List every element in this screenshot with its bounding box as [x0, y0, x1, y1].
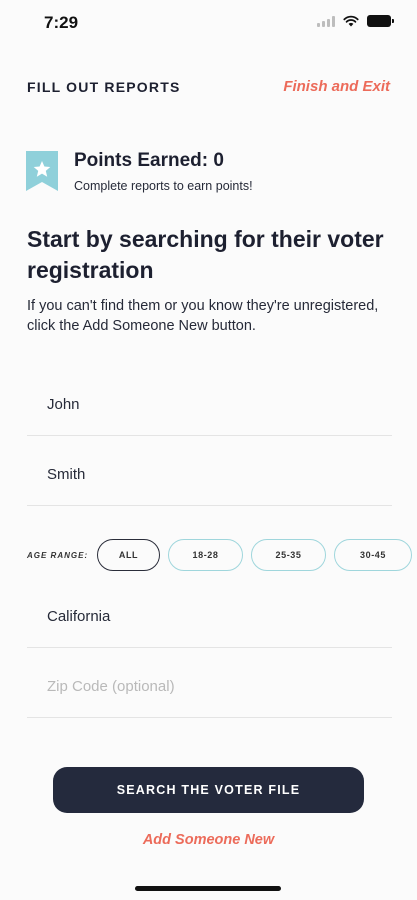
status-time: 7:29 [44, 13, 79, 32]
last-name-field-row [27, 450, 392, 506]
search-heading: Start by searching for their voter regis… [27, 226, 384, 283]
age-range-option-all[interactable]: ALL [97, 539, 160, 571]
points-subtitle: Complete reports to earn points! [74, 179, 253, 193]
first-name-field-row [27, 380, 392, 436]
battery-icon [367, 15, 394, 27]
add-someone-new-link[interactable]: Add Someone New [0, 832, 417, 848]
state-field-row [27, 592, 392, 648]
age-range-option-25-35[interactable]: 25-35 [251, 539, 326, 571]
last-name-input[interactable] [47, 466, 377, 483]
status-bar: 7:29 [0, 0, 417, 46]
signal-icon [317, 15, 335, 27]
home-indicator[interactable] [135, 886, 281, 891]
state-input[interactable] [47, 608, 377, 625]
zip-field-row [27, 662, 392, 718]
search-description: If you can't find them or you know they'… [27, 298, 379, 334]
first-name-input[interactable] [47, 396, 377, 413]
age-range-option-30-45[interactable]: 30-45 [334, 539, 412, 571]
age-range-label: AGE RANGE: [27, 551, 89, 560]
page-title: FILL OUT REPORTS [27, 79, 181, 95]
age-range-option-18-28[interactable]: 18-28 [168, 539, 243, 571]
wifi-icon [343, 15, 359, 27]
star-ribbon-icon [26, 151, 58, 191]
points-earned: Points Earned: 0 [74, 150, 224, 171]
zip-code-input[interactable] [47, 678, 377, 695]
status-icons [317, 15, 394, 27]
finish-and-exit-link[interactable]: Finish and Exit [283, 78, 390, 95]
search-voter-file-button[interactable]: SEARCH THE VOTER FILE [53, 767, 364, 813]
